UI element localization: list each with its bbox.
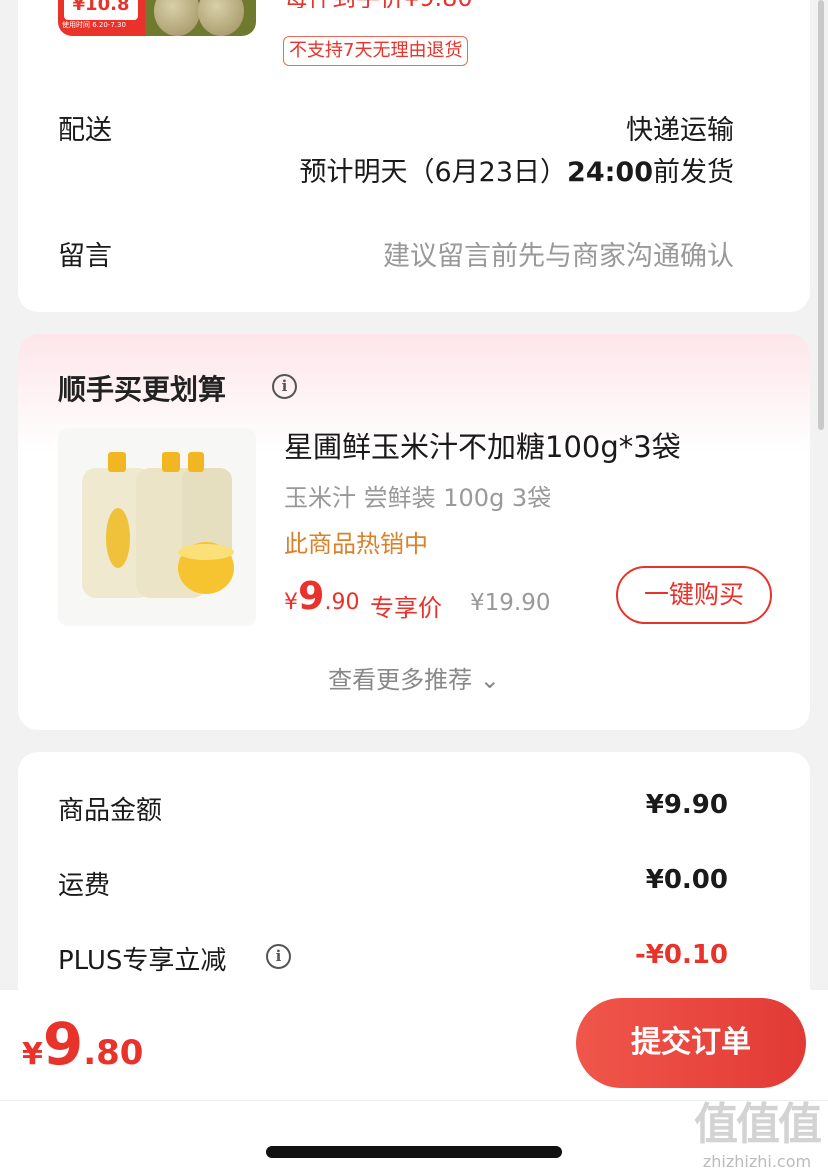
price-symbol: ¥ — [284, 590, 298, 615]
summary-value: ¥0.00 — [645, 865, 728, 895]
home-indicator[interactable] — [266, 1146, 562, 1158]
eta-prefix: 预计明天（6月23日） — [299, 157, 568, 188]
total-int: 9 — [42, 1010, 84, 1078]
total-price: ¥9.80 — [22, 1010, 143, 1078]
summary-value: -¥0.10 — [634, 940, 728, 970]
bundle-card: 顺手买更划算 i 星圃鲜玉米汁不加糖100g*3袋 玉米汁 尝鲜装 100g 3… — [18, 334, 810, 730]
delivery-eta: 预计明天（6月23日）24:00前发货 — [300, 150, 735, 189]
message-label: 留言 — [58, 241, 112, 272]
total-symbol: ¥ — [22, 1037, 43, 1072]
eta-time: 24:00 — [567, 157, 653, 188]
product-spec: 玉米汁 尝鲜装 100g 3袋 — [284, 484, 552, 512]
watermark: 值值值 zhizhizhi.com — [694, 1088, 822, 1171]
no-return-badge: 不支持7天无理由退货 — [283, 36, 469, 66]
item-thumbnail[interactable]: ¥10.8 使用时间 6.20-7.30 — [58, 0, 256, 36]
egg-image — [154, 0, 200, 36]
product-price: ¥9.90 — [284, 574, 359, 618]
product-image[interactable] — [58, 428, 256, 626]
bundle-title: 顺手买更划算 — [58, 373, 227, 406]
delivery-method[interactable]: 快递运输 — [626, 108, 734, 147]
price-int: 9 — [298, 574, 325, 618]
original-price: ¥19.90 — [470, 590, 551, 616]
thumb-note: 使用时间 6.20-7.30 — [62, 21, 126, 29]
exclusive-label: 专享价 — [370, 594, 442, 622]
checkout-bar: ¥9.80 提交订单 值值值 zhizhizhi.com — [0, 990, 828, 1176]
thumb-price-tag: ¥10.8 — [64, 0, 138, 20]
watermark-url: zhizhizhi.com — [702, 1152, 812, 1171]
watermark-logo: 值值值 — [694, 1099, 822, 1150]
summary-label: 商品金额 — [58, 796, 163, 826]
item-price-line: 每件到手价¥9.80 — [284, 0, 473, 8]
delivery-label: 配送 — [58, 115, 112, 146]
one-click-buy-button[interactable]: 一键购买 — [616, 566, 772, 624]
submit-order-button[interactable]: 提交订单 — [576, 998, 806, 1088]
summary-value: ¥9.90 — [645, 790, 728, 820]
summary-label: PLUS专享立减 — [58, 946, 227, 976]
corn-juice-pouch-icon — [82, 452, 234, 598]
hot-label: 此商品热销中 — [284, 530, 428, 558]
order-info-card: ¥10.8 使用时间 6.20-7.30 每件到手价¥9.80 不支持7天无理由… — [18, 0, 810, 312]
scrollbar[interactable] — [818, 0, 824, 430]
egg-image — [198, 0, 244, 36]
more-recommendations-link[interactable]: 查看更多推荐 ⌄ — [18, 660, 810, 695]
message-input[interactable]: 建议留言前先与商家沟通确认 — [383, 234, 734, 273]
product-title[interactable]: 星圃鲜玉米汁不加糖100g*3袋 — [284, 424, 681, 466]
info-icon[interactable]: i — [266, 944, 291, 969]
info-icon[interactable]: i — [272, 374, 297, 399]
eta-suffix: 前发货 — [653, 157, 734, 188]
total-dec: .80 — [83, 1033, 144, 1073]
summary-label: 运费 — [58, 871, 111, 901]
price-dec: .90 — [324, 590, 360, 615]
